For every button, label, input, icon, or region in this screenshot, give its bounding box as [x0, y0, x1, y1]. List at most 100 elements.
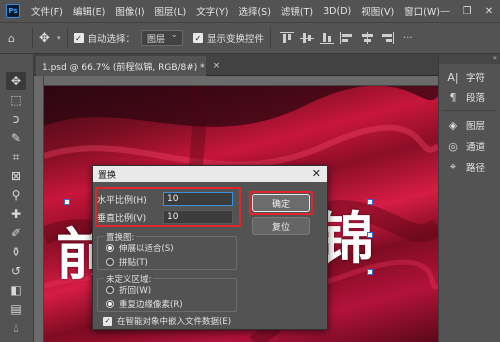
menu-image[interactable]: 图像(I) [110, 4, 149, 18]
collapse-icon[interactable]: » [439, 54, 500, 64]
wrap-around-radio[interactable] [106, 286, 114, 294]
tile-option[interactable]: 拼贴(T) [106, 256, 148, 268]
panel-layers-label: 图层 [466, 121, 486, 132]
layers-icon: ◈ [448, 118, 458, 132]
wrap-around-label: 折回(W) [119, 286, 152, 296]
photoshop-logo: Ps [6, 4, 20, 18]
right-panel-dock: » A| 字符 ¶ 段落 ◈ 图层 ◎ 通道 ⌖ 路径 [438, 54, 500, 342]
marquee-tool-icon[interactable]: ⬚ [6, 91, 26, 109]
panel-channels-label: 通道 [466, 142, 486, 153]
clone-stamp-tool-icon[interactable]: ⚱ [6, 243, 26, 261]
menu-type[interactable]: 文字(Y) [191, 4, 233, 18]
dialog-title: 置换 [98, 170, 117, 181]
separator [270, 28, 272, 48]
close-window-button[interactable]: ✕ [478, 0, 500, 22]
menu-filter[interactable]: 滤镜(T) [276, 4, 318, 18]
panel-channels[interactable]: ◎ 通道 [445, 139, 486, 154]
brush-tool-icon[interactable]: ✐ [6, 224, 26, 242]
panel-character[interactable]: A| 字符 [445, 70, 486, 85]
gradient-tool-icon[interactable]: ▤ [6, 300, 26, 318]
transform-handle[interactable] [367, 269, 373, 275]
quick-select-tool-icon[interactable]: ✎ [6, 129, 26, 147]
transform-handle[interactable] [367, 232, 373, 238]
separator [32, 28, 33, 48]
repeat-edge-label: 重复边缘像素(R) [119, 300, 183, 310]
panel-paths[interactable]: ⌖ 路径 [445, 160, 485, 174]
panel-paragraph[interactable]: ¶ 段落 [445, 90, 486, 105]
blur-tool-icon[interactable]: 💧︎ [6, 319, 26, 337]
embed-data-option[interactable]: ✓ 在智能对象中嵌入文件数据(E) [103, 315, 231, 327]
embed-data-checkbox[interactable]: ✓ [103, 316, 112, 326]
menu-3d[interactable]: 3D(D) [318, 6, 356, 17]
stretch-to-fit-radio[interactable] [106, 244, 114, 252]
displace-dialog: 置换 ✕ 水平比例(H) 10 垂直比例(V) 10 确定 复位 置换图: 伸展… [92, 165, 328, 330]
photoshop-window: Ps 文件(F) 编辑(E) 图像(I) 图层(L) 文字(Y) 选择(S) 滤… [0, 0, 500, 342]
eyedropper-tool-icon[interactable]: ⚲ [6, 186, 26, 204]
show-transform-label: 显示变换控件 [207, 34, 265, 45]
show-transform-checkbox[interactable]: ✓ [193, 33, 204, 43]
window-controls: — ❐ ✕ [434, 0, 500, 22]
tile-label: 拼贴(T) [119, 258, 148, 268]
separator [66, 28, 68, 48]
horizontal-scale-row: 水平比例(H) 10 [97, 191, 233, 207]
ok-button[interactable]: 确定 [252, 194, 310, 212]
align-horizontal-center-icon[interactable] [360, 32, 374, 44]
separator [443, 110, 497, 111]
menu-select[interactable]: 选择(S) [233, 4, 275, 18]
auto-select-dropdown[interactable]: 图层 [141, 30, 184, 46]
align-bottom-icon[interactable] [320, 32, 335, 44]
more-options-icon[interactable]: ··· [403, 33, 413, 44]
minimize-button[interactable]: — [434, 0, 456, 22]
paths-icon: ⌖ [449, 160, 457, 173]
move-tool-icon[interactable]: ✥ [6, 72, 26, 90]
crop-tool-icon[interactable]: ⌗ [6, 148, 26, 166]
horizontal-scale-input[interactable]: 10 [163, 192, 233, 206]
move-tool-icon[interactable]: ✥ [39, 31, 55, 46]
transform-handle[interactable] [64, 199, 70, 205]
repeat-edge-option[interactable]: 重复边缘像素(R) [106, 298, 183, 310]
document-tab-bar: 1.psd @ 66.7% (前程似锦, RGB/8#) * × [34, 54, 438, 76]
lasso-tool-icon[interactable]: ↄ [6, 110, 26, 128]
displacement-map-group: 置换图: 伸展以适合(S) 拼贴(T) [97, 231, 237, 270]
tile-radio[interactable] [106, 258, 114, 266]
close-icon[interactable]: × [213, 61, 221, 71]
tools-panel: ✥ ⬚ ↄ ✎ ⌗ ⊠ ⚲ ✚ ✐ ⚱ ↺ ◧ ▤ 💧︎ [0, 54, 34, 342]
menu-layer[interactable]: 图层(L) [150, 4, 192, 18]
vertical-scale-row: 垂直比例(V) 10 [97, 209, 233, 225]
menu-edit[interactable]: 编辑(E) [68, 4, 110, 18]
menu-file[interactable]: 文件(F) [26, 4, 68, 18]
menu-view[interactable]: 视图(V) [356, 4, 399, 18]
vertical-scale-input[interactable]: 10 [163, 210, 233, 224]
align-top-icon[interactable] [280, 32, 295, 44]
history-brush-tool-icon[interactable]: ↺ [6, 262, 26, 280]
align-vertical-center-icon[interactable] [300, 32, 315, 44]
transform-handle[interactable] [367, 199, 373, 205]
frame-tool-icon[interactable]: ⊠ [6, 167, 26, 185]
stretch-to-fit-option[interactable]: 伸展以适合(S) [106, 242, 174, 254]
chevron-down-icon[interactable]: ▾ [57, 34, 61, 42]
close-icon[interactable]: ✕ [312, 167, 321, 180]
auto-select-checkbox[interactable]: ✓ [73, 33, 84, 43]
horizontal-ruler [44, 76, 438, 86]
document-tab[interactable]: 1.psd @ 66.7% (前程似锦, RGB/8#) * × [36, 56, 220, 76]
panel-character-label: 字符 [466, 73, 486, 84]
channels-icon: ◎ [448, 139, 458, 153]
home-icon[interactable]: ⌂ [8, 32, 26, 45]
repeat-edge-radio[interactable] [106, 300, 114, 308]
align-left-icon[interactable] [340, 32, 354, 44]
align-right-icon[interactable] [380, 32, 395, 44]
wrap-around-option[interactable]: 折回(W) [106, 284, 151, 296]
stretch-to-fit-label: 伸展以适合(S) [119, 244, 174, 254]
eraser-tool-icon[interactable]: ◧ [6, 281, 26, 299]
undefined-areas-group: 未定义区域: 折回(W) 重复边缘像素(R) [97, 273, 237, 312]
panel-paths-label: 路径 [466, 163, 486, 174]
options-bar: ⌂ ✥ ▾ ✓ 自动选择： 图层 ✓ 显示变换控件 ··· [0, 22, 500, 54]
reset-button[interactable]: 复位 [252, 217, 310, 235]
healing-brush-tool-icon[interactable]: ✚ [6, 205, 26, 223]
paragraph-icon: ¶ [449, 90, 457, 104]
panel-layers[interactable]: ◈ 图层 [445, 118, 486, 133]
document-tab-title: 1.psd @ 66.7% (前程似锦, RGB/8#) * [42, 62, 205, 73]
panel-paragraph-label: 段落 [466, 93, 486, 104]
restore-button[interactable]: ❐ [456, 0, 478, 22]
vertical-scale-label: 垂直比例(V) [97, 213, 147, 224]
